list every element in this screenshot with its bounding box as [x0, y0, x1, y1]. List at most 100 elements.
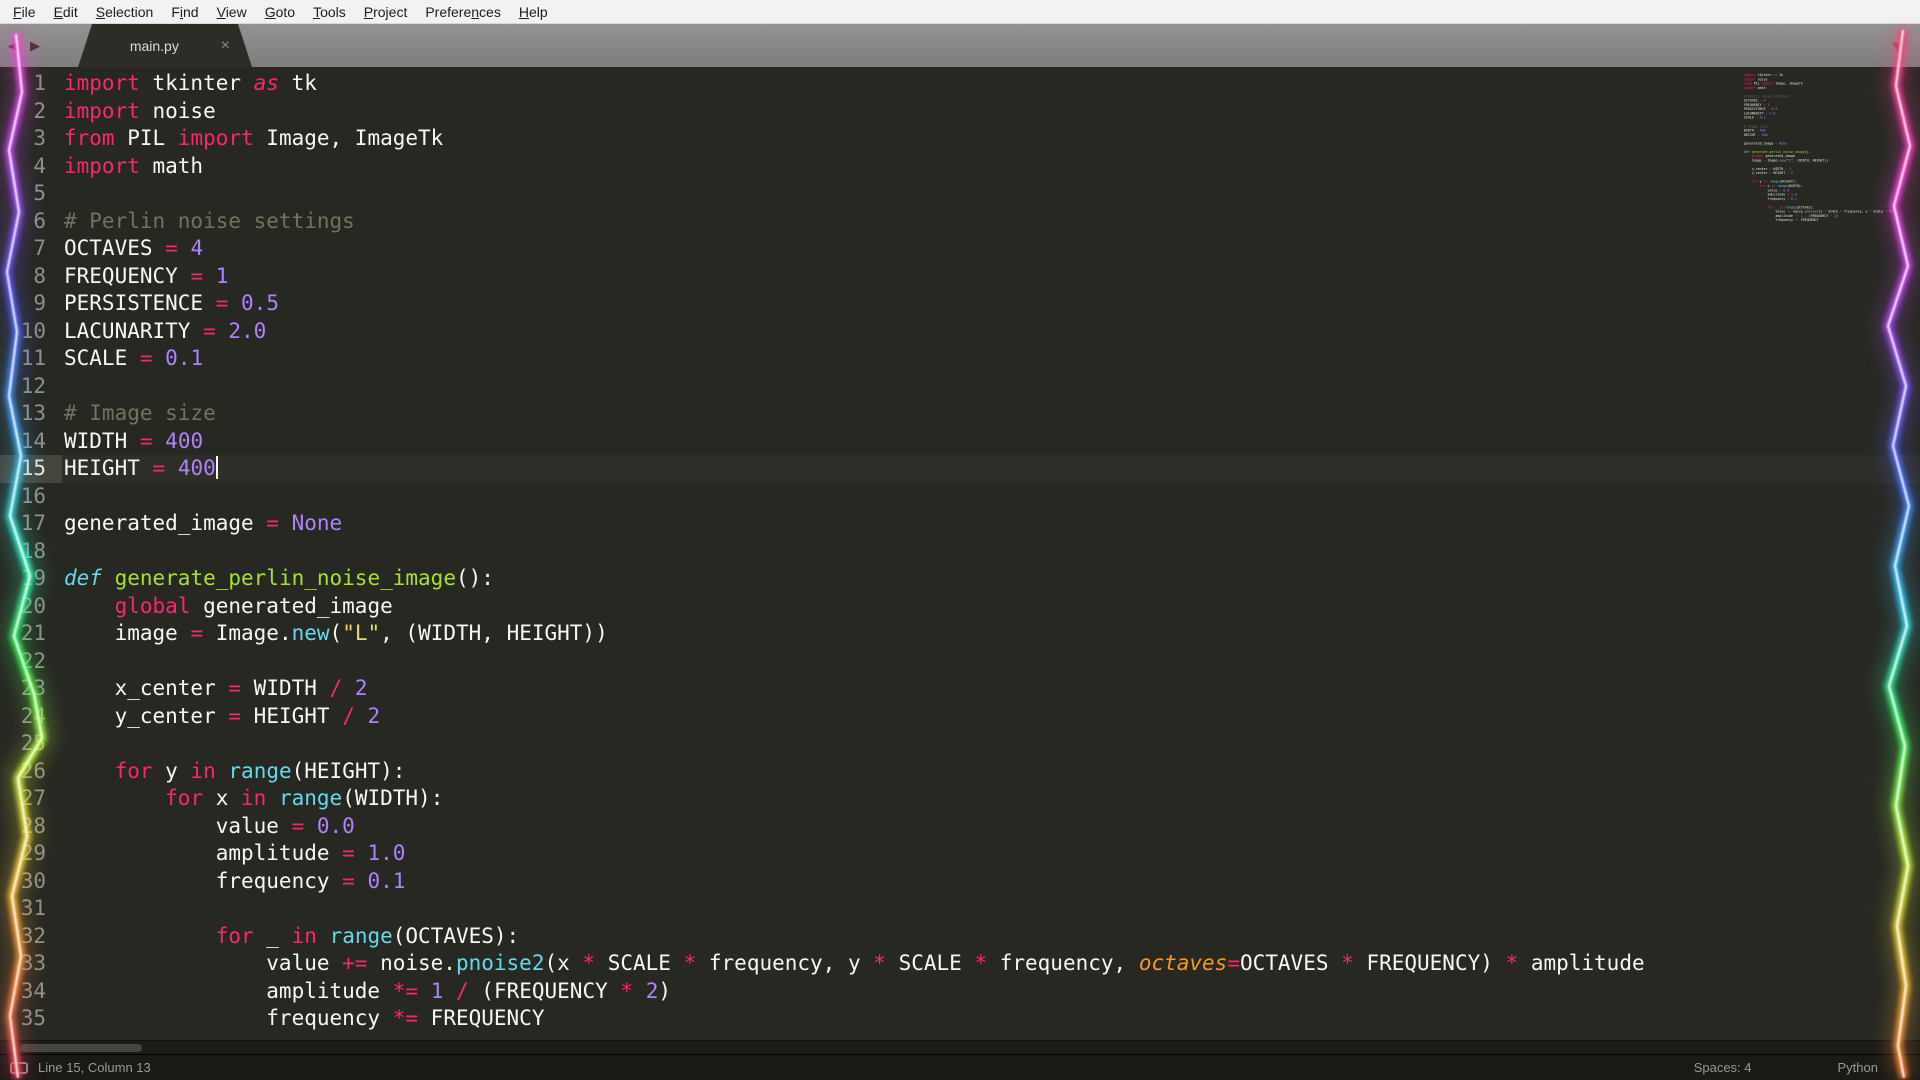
line-text: y_center = HEIGHT / 2 — [62, 703, 380, 731]
line-number: 9 — [0, 290, 62, 318]
menu-goto[interactable]: Goto — [256, 4, 304, 20]
menu-find[interactable]: Find — [162, 4, 207, 20]
line-text — [62, 483, 64, 511]
layout-icon — [10, 1062, 28, 1074]
code-line-17[interactable]: 17generated_image = None — [0, 510, 1920, 538]
line-number: 19 — [0, 565, 62, 593]
line-number: 35 — [0, 1005, 62, 1033]
code-line-14[interactable]: 14WIDTH = 400 — [0, 428, 1920, 456]
code-line-4[interactable]: 4import math — [0, 153, 1920, 181]
code-line-5[interactable]: 5 — [0, 180, 1920, 208]
line-text — [62, 373, 64, 401]
text-cursor — [216, 456, 218, 479]
code-line-10[interactable]: 10LACUNARITY = 2.0 — [0, 318, 1920, 346]
menu-selection[interactable]: Selection — [87, 4, 163, 20]
code-line-3[interactable]: 3from PIL import Image, ImageTk — [0, 125, 1920, 153]
code-line-7[interactable]: 7OCTAVES = 4 — [0, 235, 1920, 263]
tab-overflow-icon[interactable]: ▼ — [1890, 38, 1904, 54]
line-text: WIDTH = 400 — [62, 428, 203, 456]
code-line-27[interactable]: 27 for x in range(WIDTH): — [0, 785, 1920, 813]
syntax-status[interactable]: Python — [1838, 1060, 1878, 1075]
menu-view[interactable]: View — [208, 4, 256, 20]
code-line-26[interactable]: 26 for y in range(HEIGHT): — [0, 758, 1920, 786]
line-number: 1 — [0, 70, 62, 98]
line-text: value += noise.pnoise2(x * SCALE * frequ… — [62, 950, 1645, 978]
line-text: import math — [62, 153, 203, 181]
line-text: def generate_perlin_noise_image(): — [62, 565, 494, 593]
tab-main-py[interactable]: main.py × — [78, 24, 252, 67]
menu-edit[interactable]: Edit — [45, 4, 87, 20]
horizontal-scrollbar-track[interactable] — [0, 1040, 1920, 1054]
code-line-1[interactable]: 1import tkinter as tk — [0, 70, 1920, 98]
line-text: amplitude = 1.0 — [62, 840, 405, 868]
line-number: 22 — [0, 648, 62, 676]
minimap[interactable]: import tkinter as tkimport noisefrom PIL… — [1744, 73, 1894, 373]
line-number: 34 — [0, 978, 62, 1006]
line-number: 2 — [0, 98, 62, 126]
code-line-22[interactable]: 22 — [0, 648, 1920, 676]
line-number: 6 — [0, 208, 62, 236]
code-line-23[interactable]: 23 x_center = WIDTH / 2 — [0, 675, 1920, 703]
code-line-34[interactable]: 34 amplitude *= 1 / (FREQUENCY * 2) — [0, 978, 1920, 1006]
code-line-13[interactable]: 13# Image size — [0, 400, 1920, 428]
line-number: 33 — [0, 950, 62, 978]
code-line-35[interactable]: 35 frequency *= FREQUENCY — [0, 1005, 1920, 1033]
line-text — [62, 730, 64, 758]
line-number: 7 — [0, 235, 62, 263]
line-text: for _ in range(OCTAVES): — [62, 923, 519, 951]
indentation-status[interactable]: Spaces: 4 — [1694, 1060, 1752, 1075]
code-line-2[interactable]: 2import noise — [0, 98, 1920, 126]
code-line-24[interactable]: 24 y_center = HEIGHT / 2 — [0, 703, 1920, 731]
line-text: import noise — [62, 98, 216, 126]
line-number: 23 — [0, 675, 62, 703]
code-editor: 1import tkinter as tk2import noise3from … — [0, 67, 1920, 1040]
line-text — [62, 895, 64, 923]
line-number: 30 — [0, 868, 62, 896]
code-line-12[interactable]: 12 — [0, 373, 1920, 401]
code-line-31[interactable]: 31 — [0, 895, 1920, 923]
line-text: amplitude *= 1 / (FREQUENCY * 2) — [62, 978, 671, 1006]
code-line-15[interactable]: 15HEIGHT = 400 — [0, 455, 1920, 483]
line-text — [62, 648, 64, 676]
line-number: 8 — [0, 263, 62, 291]
code-line-20[interactable]: 20 global generated_image — [0, 593, 1920, 621]
code-line-11[interactable]: 11SCALE = 0.1 — [0, 345, 1920, 373]
code-line-19[interactable]: 19def generate_perlin_noise_image(): — [0, 565, 1920, 593]
line-text — [62, 538, 64, 566]
menu-tools[interactable]: Tools — [304, 4, 355, 20]
code-line-18[interactable]: 18 — [0, 538, 1920, 566]
code-line-30[interactable]: 30 frequency = 0.1 — [0, 868, 1920, 896]
line-number: 16 — [0, 483, 62, 511]
line-text: for y in range(HEIGHT): — [62, 758, 405, 786]
tab-scroll-left-icon[interactable]: ◀ — [8, 24, 18, 67]
code-line-32[interactable]: 32 for _ in range(OCTAVES): — [0, 923, 1920, 951]
cursor-position-status[interactable]: Line 15, Column 13 — [38, 1060, 151, 1075]
line-number: 20 — [0, 593, 62, 621]
menu-file[interactable]: File — [4, 4, 45, 20]
code-line-25[interactable]: 25 — [0, 730, 1920, 758]
tab-close-icon[interactable]: × — [221, 38, 252, 54]
code-line-8[interactable]: 8FREQUENCY = 1 — [0, 263, 1920, 291]
menu-project[interactable]: Project — [355, 4, 417, 20]
minimap-content: import tkinter as tkimport noisefrom PIL… — [1744, 73, 1894, 222]
menu-preferences[interactable]: Preferences — [416, 4, 510, 20]
code-line-21[interactable]: 21 image = Image.new("L", (WIDTH, HEIGHT… — [0, 620, 1920, 648]
line-text: value = 0.0 — [62, 813, 355, 841]
line-text: HEIGHT = 400 — [62, 455, 218, 483]
line-text: frequency = 0.1 — [62, 868, 405, 896]
code-line-28[interactable]: 28 value = 0.0 — [0, 813, 1920, 841]
line-number: 12 — [0, 373, 62, 401]
code-line-29[interactable]: 29 amplitude = 1.0 — [0, 840, 1920, 868]
code-line-33[interactable]: 33 value += noise.pnoise2(x * SCALE * fr… — [0, 950, 1920, 978]
line-text: global generated_image — [62, 593, 393, 621]
code-line-6[interactable]: 6# Perlin noise settings — [0, 208, 1920, 236]
horizontal-scrollbar-thumb[interactable] — [20, 1044, 142, 1052]
code-line-9[interactable]: 9PERSISTENCE = 0.5 — [0, 290, 1920, 318]
code-line-16[interactable]: 16 — [0, 483, 1920, 511]
tab-scroll-right-icon[interactable]: ▶ — [30, 24, 40, 67]
menu-help[interactable]: Help — [510, 4, 557, 20]
line-number: 29 — [0, 840, 62, 868]
line-number: 10 — [0, 318, 62, 346]
line-number: 17 — [0, 510, 62, 538]
line-text: SCALE = 0.1 — [62, 345, 203, 373]
